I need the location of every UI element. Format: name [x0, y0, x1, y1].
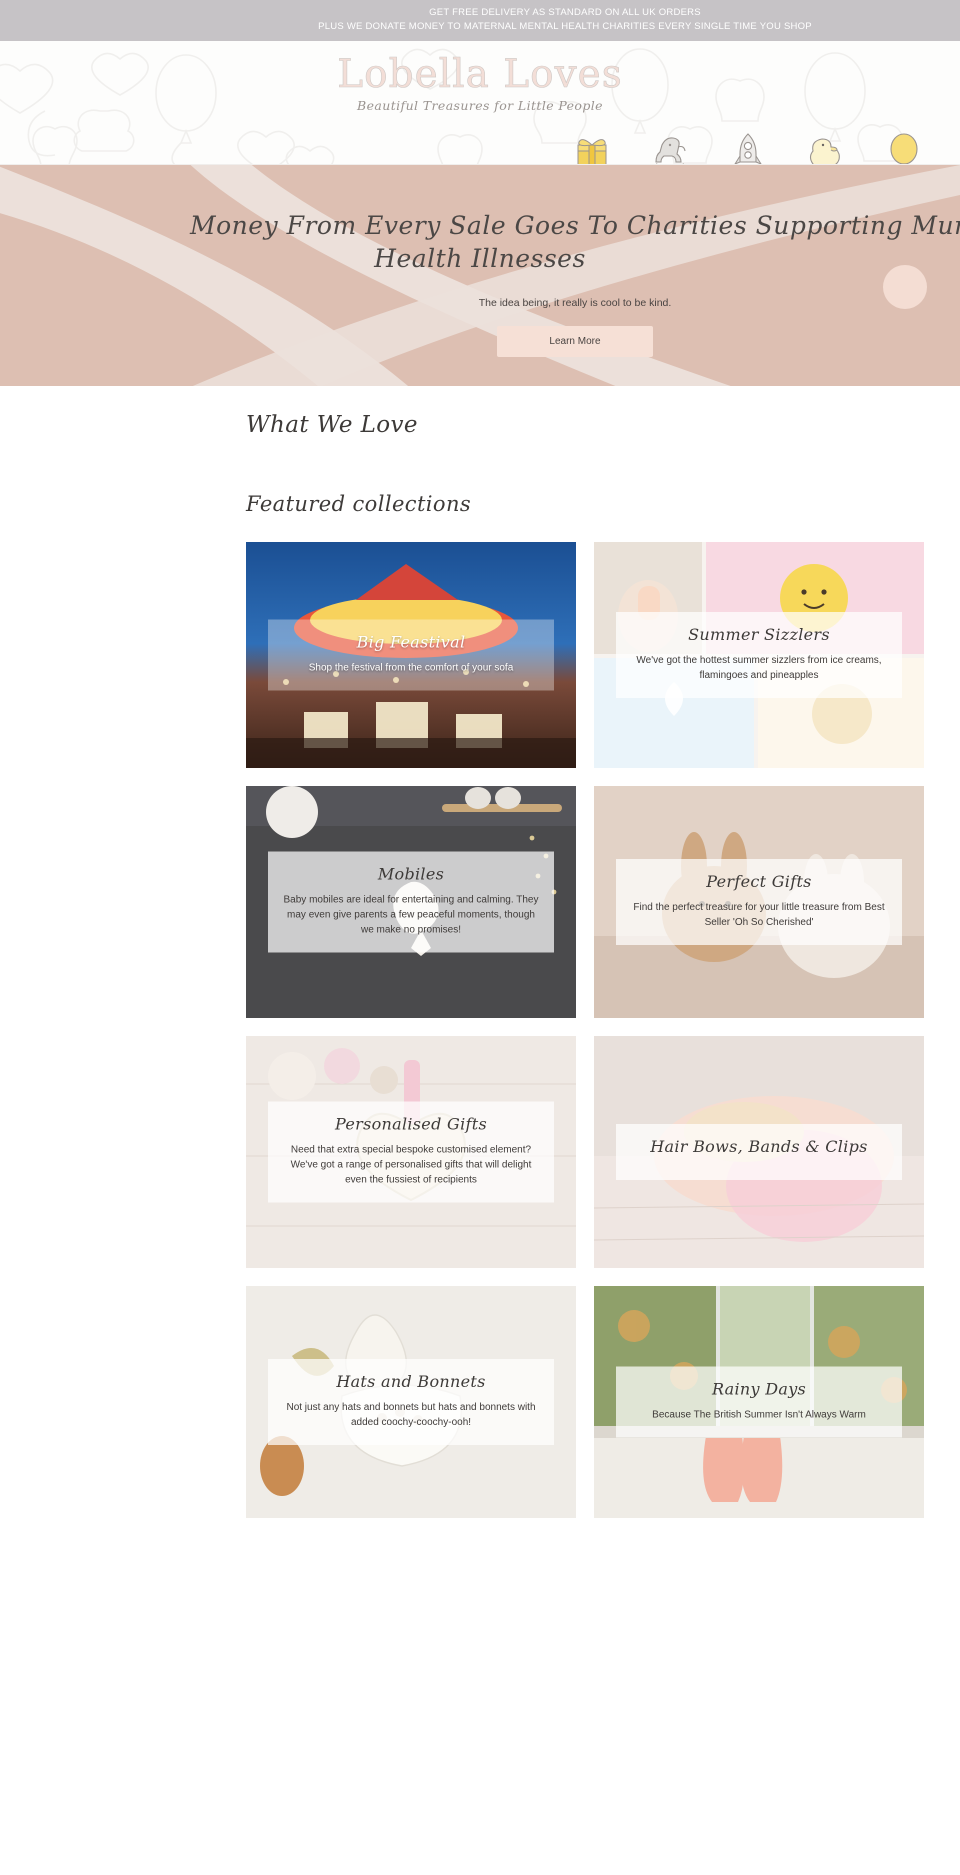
page-root: GET FREE DELIVERY AS STANDARD ON ALL UK …	[0, 0, 960, 1558]
nav-item-pa[interactable]: Pa	[878, 129, 930, 164]
rocking-horse-icon	[644, 129, 696, 164]
card-desc-big-feastival: Shop the festival from the comfort of yo…	[308, 662, 514, 674]
card-title-perfect-gifts: Perfect Gifts	[706, 871, 812, 891]
collection-card-mobiles[interactable]: Mobiles Baby mobiles are ideal for enter…	[246, 785, 576, 1018]
card-title-hats-and-bonnets: Hats and Bonnets	[336, 1371, 486, 1391]
hero-title: Money From Every Sale Goes To Charities …	[0, 209, 960, 275]
site-header: Lobella Loves Beautiful Treasures for Li…	[0, 40, 960, 165]
card-desc-hats-and-bonnets: Not just any hats and bonnets but hats a…	[286, 1401, 536, 1428]
logo-wordmark: Lobella Loves	[337, 51, 623, 97]
collection-card-hats-and-bonnets[interactable]: Hats and Bonnets Not just any hats and b…	[246, 1285, 576, 1518]
collection-card-hair-bows[interactable]: Hair Bows, Bands & Clips	[594, 1035, 924, 1268]
card-desc-summer-sizzlers: We've got the hottest summer sizzlers fr…	[636, 654, 882, 681]
card-overlay-perfect-gifts: Perfect Gifts Find the perfect treasure …	[616, 858, 902, 945]
collection-card-big-feastival[interactable]: Big Feastival Shop the festival from the…	[246, 541, 576, 768]
card-desc-mobiles: Baby mobiles are ideal for entertaining …	[283, 894, 539, 936]
nav-item-gifts[interactable]: Gifts	[566, 129, 618, 164]
card-title-mobiles: Mobiles	[377, 864, 445, 884]
what-we-love-heading: What We Love	[246, 411, 418, 438]
hero-banner: Money From Every Sale Goes To Charities …	[0, 164, 960, 386]
card-title-rainy-days: Rainy Days	[711, 1379, 807, 1399]
card-overlay-hair-bows: Hair Bows, Bands & Clips	[616, 1123, 902, 1180]
logo-tagline: Beautiful Treasures for Little People	[357, 97, 603, 113]
card-title-summer-sizzlers: Summer Sizzlers	[688, 624, 830, 644]
main-navigation: Gifts Decor	[566, 129, 930, 164]
card-overlay-summer-sizzlers: Summer Sizzlers We've got the hottest su…	[616, 611, 902, 698]
card-desc-personalised-gifts: Need that extra special bespoke customis…	[290, 1144, 532, 1186]
card-title-big-feastival: Big Feastival	[356, 632, 466, 652]
collection-card-personalised-gifts[interactable]: Personalised Gifts Need that extra speci…	[246, 1035, 576, 1268]
card-overlay-mobiles: Mobiles Baby mobiles are ideal for enter…	[268, 851, 554, 953]
card-title-hair-bows: Hair Bows, Bands & Clips	[650, 1136, 868, 1156]
card-desc-rainy-days: Because The British Summer Isn't Always …	[652, 1409, 866, 1421]
card-desc-perfect-gifts: Find the perfect treasure for your littl…	[633, 901, 885, 928]
card-overlay-personalised-gifts: Personalised Gifts Need that extra speci…	[268, 1101, 554, 1203]
learn-more-button[interactable]: Learn More	[497, 325, 653, 357]
nav-item-babies[interactable]: Babies	[800, 129, 852, 164]
announcement-bar: GET FREE DELIVERY AS STANDARD ON ALL UK …	[0, 0, 960, 41]
site-logo[interactable]: Lobella Loves Beautiful Treasures for Li…	[0, 51, 960, 113]
card-title-personalised-gifts: Personalised Gifts	[335, 1114, 487, 1134]
duck-icon	[800, 129, 852, 164]
gift-icon	[566, 129, 618, 164]
collection-card-perfect-gifts[interactable]: Perfect Gifts Find the perfect treasure …	[594, 785, 924, 1018]
announcement-line-2: PLUS WE DONATE MONEY TO MATERNAL MENTAL …	[318, 20, 812, 32]
featured-collections-grid: Big Feastival Shop the festival from the…	[246, 541, 924, 1518]
hero-title-line-2: Health Illnesses	[374, 243, 586, 273]
what-we-love-section: What We Love Featured collections	[0, 386, 960, 516]
announcement-line-1: GET FREE DELIVERY AS STANDARD ON ALL UK …	[429, 7, 701, 18]
card-overlay-hats-and-bonnets: Hats and Bonnets Not just any hats and b…	[268, 1358, 554, 1445]
rocket-icon	[722, 129, 774, 164]
card-overlay-big-feastival: Big Feastival Shop the festival from the…	[268, 619, 554, 691]
hero-subtitle: The idea being, it really is cool to be …	[478, 296, 672, 309]
collection-card-summer-sizzlers[interactable]: Summer Sizzlers We've got the hottest su…	[594, 541, 924, 768]
collection-card-rainy-days[interactable]: Rainy Days Because The British Summer Is…	[594, 1285, 924, 1518]
page-bottom-spacer	[0, 1518, 960, 1558]
balloon-icon	[878, 129, 930, 164]
hero-content: Money From Every Sale Goes To Charities …	[0, 165, 960, 357]
hero-title-line-1: Money From Every Sale Goes To Charities …	[190, 210, 960, 240]
nav-item-decor[interactable]: Decor	[644, 129, 696, 164]
featured-collections-heading: Featured collections	[246, 491, 472, 516]
nav-item-play[interactable]: Play	[722, 129, 774, 164]
card-overlay-rainy-days: Rainy Days Because The British Summer Is…	[616, 1366, 902, 1438]
